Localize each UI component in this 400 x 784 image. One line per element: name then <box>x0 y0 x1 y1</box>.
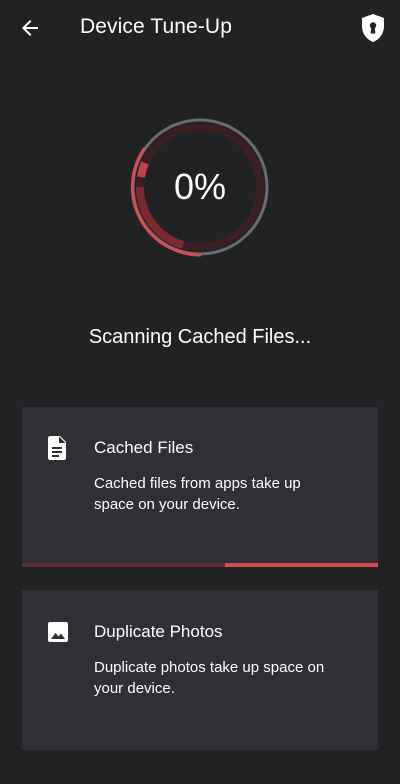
progress-percent: 0% <box>173 166 227 207</box>
security-button[interactable] <box>358 12 388 44</box>
scan-status-text: Scanning Cached Files... <box>88 326 312 348</box>
arrow-left-icon <box>22 20 38 36</box>
card-description: Cached files from apps take up space on … <box>94 475 301 513</box>
card-progress-fill <box>224 563 378 567</box>
document-icon <box>46 435 70 461</box>
app-bar: Device Tune-Up <box>0 0 400 56</box>
duplicate-photos-card[interactable]: Duplicate Photos Duplicate photos take u… <box>22 590 378 750</box>
cached-files-card[interactable]: Cached Files Cached files from apps take… <box>22 407 378 567</box>
back-button[interactable] <box>14 12 46 44</box>
card-description: Duplicate photos take up space on your d… <box>94 659 325 697</box>
scan-progress-ring: 0% <box>128 115 272 259</box>
card-title: Cached Files <box>94 438 194 457</box>
image-icon <box>46 620 70 646</box>
card-progress-bar <box>22 563 378 567</box>
page-title: Device Tune-Up <box>80 15 232 38</box>
card-title: Duplicate Photos <box>94 622 223 641</box>
shield-keyhole-icon <box>362 14 384 42</box>
